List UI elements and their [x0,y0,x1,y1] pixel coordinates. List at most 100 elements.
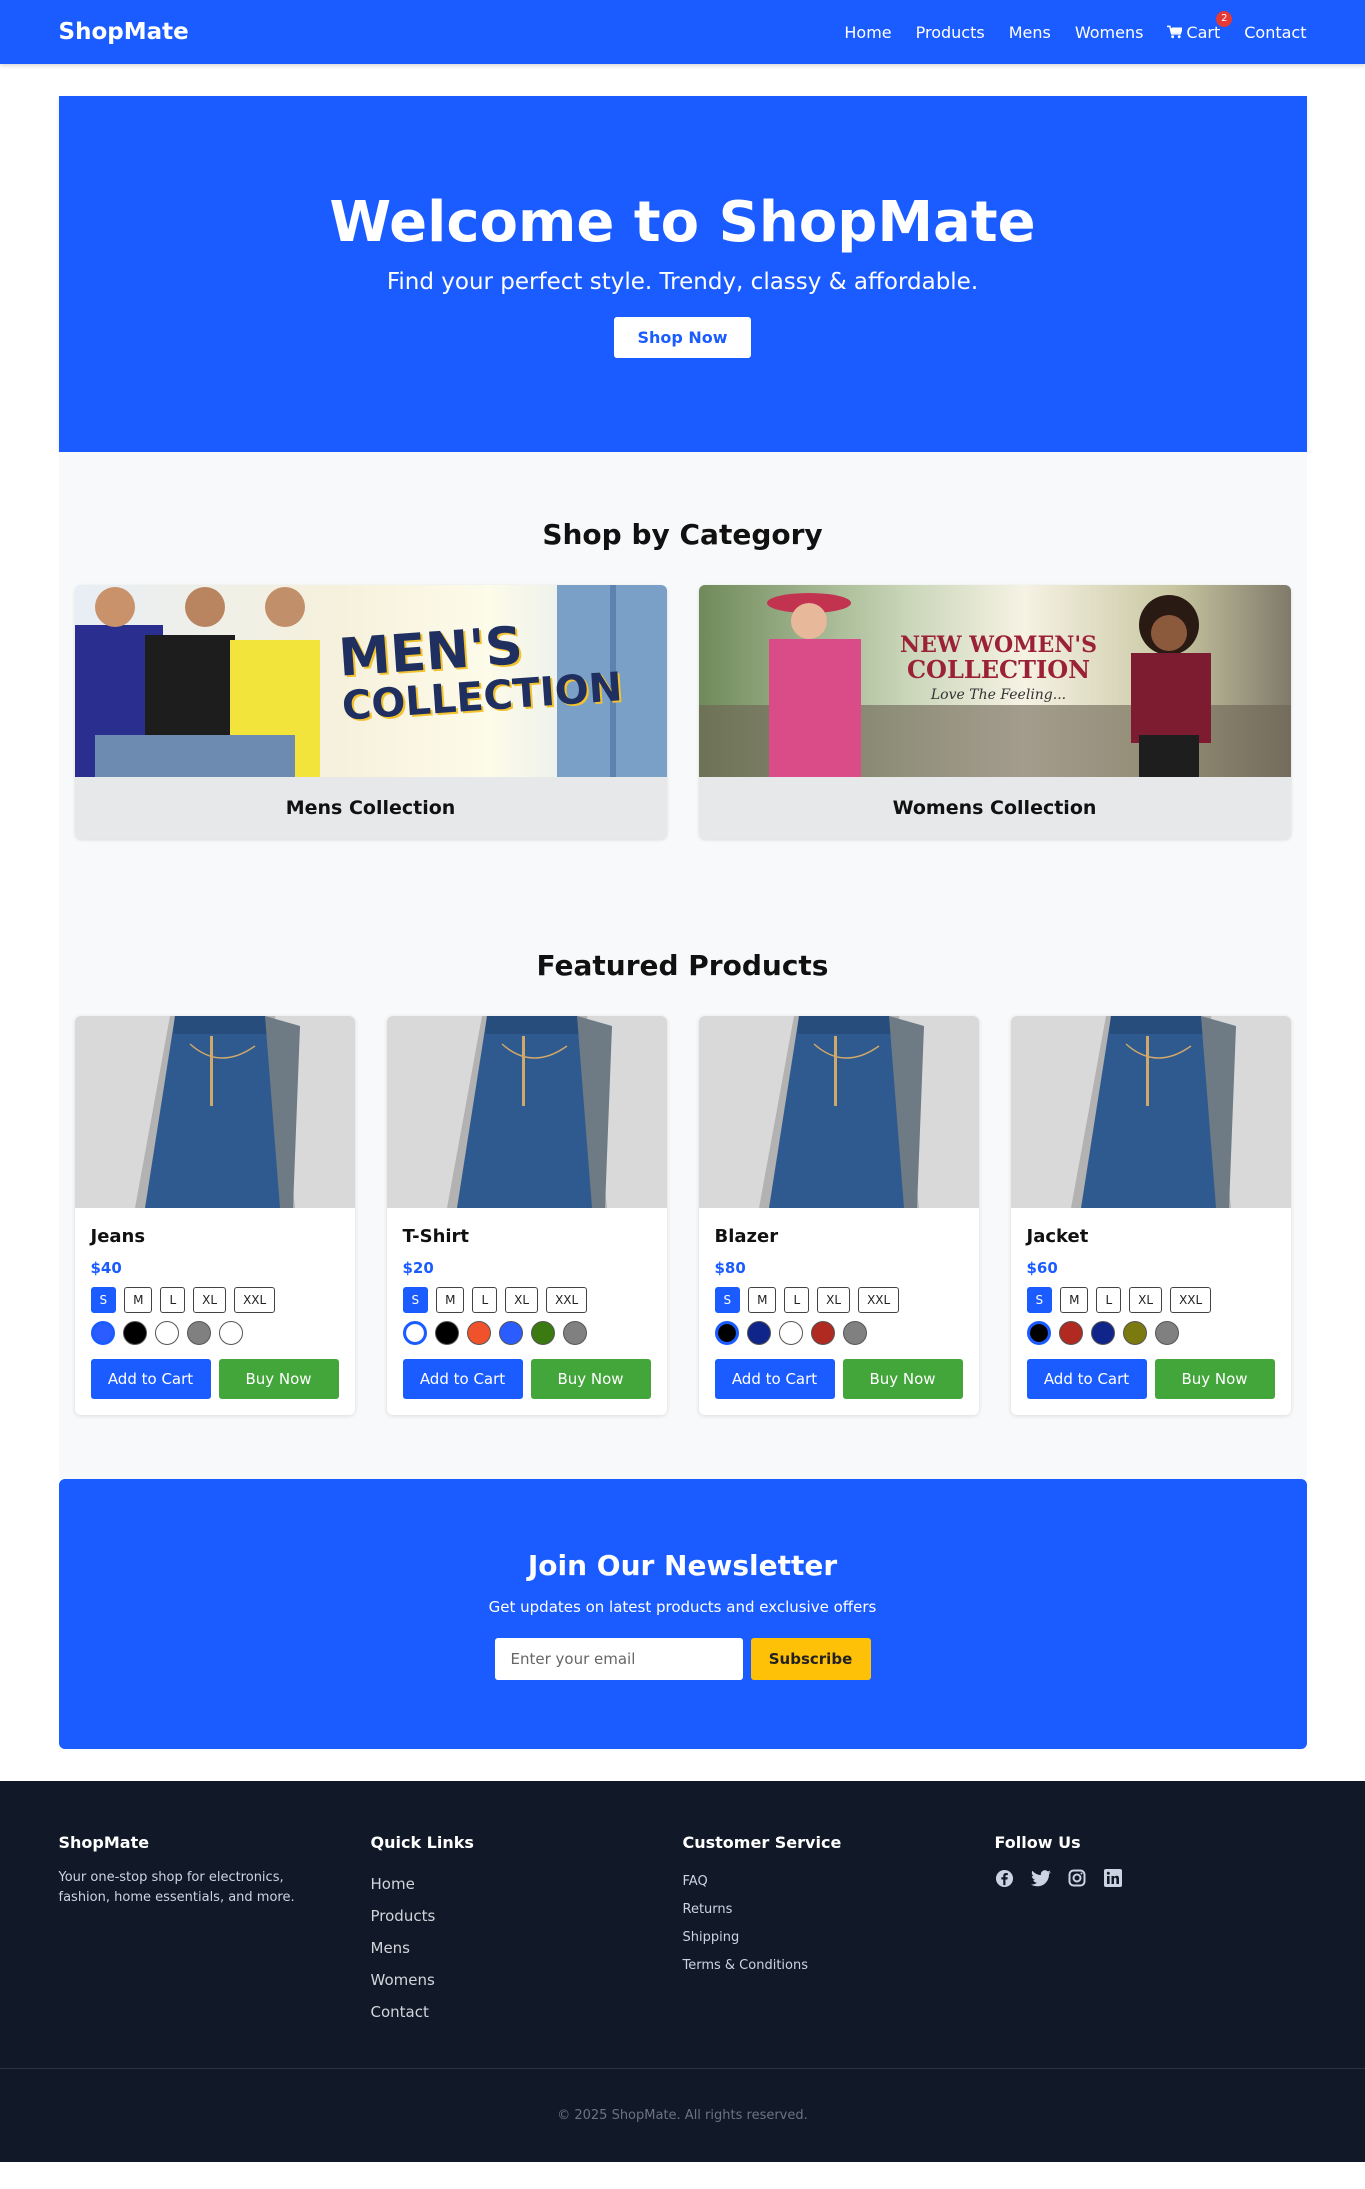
size-option-l[interactable]: L [472,1287,498,1313]
quick-links-title: Quick Links [370,1833,474,1852]
footer: ShopMate Your one-stop shop for electron… [0,1781,1365,2162]
product-name: Jeans [90,1226,146,1247]
buy-now-button[interactable]: Buy Now [842,1359,963,1399]
footer-link-mens[interactable]: Mens [371,1932,683,1964]
color-swatch[interactable] [218,1321,243,1345]
product-card[interactable]: T-Shirt $20 S M L XL XXL Add to Cart Buy Now [386,1016,667,1415]
newsletter-subtitle: Get updates on latest products and exclu… [488,1597,877,1616]
hero-banner: Welcome to ShopMate Find your perfect st… [58,96,1307,452]
color-swatch[interactable] [714,1321,739,1345]
buy-now-button[interactable]: Buy Now [530,1359,651,1399]
footer-link-products[interactable]: Products [371,1900,683,1932]
nav-contact[interactable]: Contact [1244,23,1306,42]
category-section: Shop by Category MEN'S COLLECTION Mens C… [58,452,1307,879]
product-image[interactable] [698,1016,979,1208]
size-option-m[interactable]: M [748,1287,777,1313]
add-to-cart-button[interactable]: Add to Cart [1026,1359,1147,1399]
womens-banner-script: Love The Feeling... [930,687,1067,703]
facebook-icon[interactable] [995,1868,1015,1888]
footer-link-returns[interactable]: Returns [683,1896,995,1924]
nav-cart[interactable]: Cart 2 [1167,10,1233,42]
size-option-m[interactable]: M [436,1287,465,1313]
color-selector [1026,1321,1275,1345]
color-swatch[interactable] [1154,1321,1179,1345]
size-option-xl[interactable]: XL [193,1287,227,1313]
nav-products[interactable]: Products [916,23,985,42]
size-option-xl[interactable]: XL [817,1287,851,1313]
color-swatch[interactable] [1090,1321,1115,1345]
footer-link-terms[interactable]: Terms & Conditions [683,1952,995,1980]
nav-womens[interactable]: Womens [1075,23,1144,42]
size-option-l[interactable]: L [1096,1287,1122,1313]
add-to-cart-button[interactable]: Add to Cart [714,1359,835,1399]
featured-title: Featured Products [536,949,829,982]
linkedin-icon[interactable] [1103,1868,1123,1888]
footer-follow: Follow Us [995,1833,1307,2028]
color-swatch[interactable] [530,1321,555,1345]
buy-now-button[interactable]: Buy Now [218,1359,339,1399]
mens-category-card[interactable]: MEN'S COLLECTION Mens Collection [74,585,667,839]
womens-category-card[interactable]: NEW WOMEN'S COLLECTION Love The Feeling.… [698,585,1291,839]
size-option-s[interactable]: S [714,1287,741,1313]
color-swatch[interactable] [122,1321,147,1345]
product-card[interactable]: Blazer $80 S M L XL XXL Add to Cart Buy Now [698,1016,979,1415]
footer-link-shipping[interactable]: Shipping [683,1924,995,1952]
product-price: $40 [90,1259,122,1277]
product-image[interactable] [74,1016,355,1208]
size-option-l[interactable]: L [160,1287,186,1313]
size-option-xxl[interactable]: XXL [234,1287,276,1313]
size-option-l[interactable]: L [784,1287,810,1313]
footer-link-faq[interactable]: FAQ [683,1868,995,1896]
color-swatch[interactable] [434,1321,459,1345]
nav-mens[interactable]: Mens [1009,23,1051,42]
color-swatch[interactable] [1026,1321,1051,1345]
main-menu: Home Products Mens Womens Cart 2 Contact [844,10,1307,42]
color-swatch[interactable] [1122,1321,1147,1345]
footer-link-contact[interactable]: Contact [371,1996,683,2028]
color-swatch[interactable] [498,1321,523,1345]
subscribe-button[interactable]: Subscribe [750,1637,871,1680]
category-title: Shop by Category [542,518,823,551]
newsletter-section: Join Our Newsletter Get updates on lates… [58,1479,1307,1749]
brand-logo[interactable]: ShopMate [59,19,189,45]
footer-link-home[interactable]: Home [371,1868,683,1900]
color-swatch[interactable] [778,1321,803,1345]
color-swatch[interactable] [562,1321,587,1345]
size-option-m[interactable]: M [1060,1287,1089,1313]
color-swatch[interactable] [186,1321,211,1345]
product-image[interactable] [1010,1016,1291,1208]
color-swatch[interactable] [402,1321,427,1345]
shop-now-button[interactable]: Shop Now [614,317,751,358]
footer-link-womens[interactable]: Womens [371,1964,683,1996]
footer-customer-service: Customer Service FAQ Returns Shipping Te… [683,1833,995,2028]
add-to-cart-button[interactable]: Add to Cart [402,1359,523,1399]
add-to-cart-button[interactable]: Add to Cart [90,1359,211,1399]
size-option-s[interactable]: S [1026,1287,1053,1313]
email-input[interactable] [494,1637,743,1680]
buy-now-button[interactable]: Buy Now [1154,1359,1275,1399]
size-option-xl[interactable]: XL [1129,1287,1163,1313]
color-swatch[interactable] [842,1321,867,1345]
color-swatch[interactable] [90,1321,115,1345]
size-option-xl[interactable]: XL [505,1287,539,1313]
color-swatch[interactable] [1058,1321,1083,1345]
twitter-icon[interactable] [1030,1868,1051,1888]
nav-home[interactable]: Home [844,23,891,42]
product-card[interactable]: Jeans $40 S M L XL XXL Add to Cart Buy Now [74,1016,355,1415]
color-swatch[interactable] [154,1321,179,1345]
instagram-icon[interactable] [1067,1868,1087,1888]
product-price: $20 [402,1259,434,1277]
size-option-xxl[interactable]: XXL [858,1287,900,1313]
size-option-xxl[interactable]: XXL [1170,1287,1212,1313]
footer-about-text: Your one-stop shop for electronics, fash… [58,1870,295,1905]
size-option-s[interactable]: S [90,1287,117,1313]
size-option-m[interactable]: M [124,1287,153,1313]
product-image[interactable] [386,1016,667,1208]
color-swatch[interactable] [810,1321,835,1345]
size-option-s[interactable]: S [402,1287,429,1313]
product-card[interactable]: Jacket $60 S M L XL XXL Add to Cart Buy Now [1010,1016,1291,1415]
mens-banner-image: MEN'S COLLECTION [74,585,667,777]
color-swatch[interactable] [746,1321,771,1345]
color-swatch[interactable] [466,1321,491,1345]
size-option-xxl[interactable]: XXL [546,1287,588,1313]
